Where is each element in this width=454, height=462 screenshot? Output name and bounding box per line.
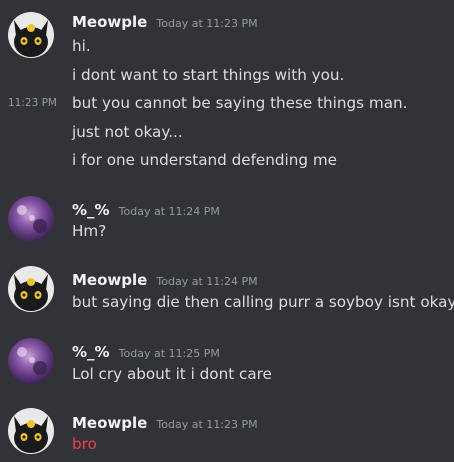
message-header: Meowple Today at 11:23 PM: [72, 413, 258, 433]
black-cat-avatar[interactable]: [8, 12, 54, 58]
username[interactable]: Meowple: [72, 414, 147, 432]
message-text: but saying die then calling purr a soybo…: [72, 293, 454, 311]
black-cat-avatar[interactable]: [8, 266, 54, 312]
username[interactable]: %_%: [72, 343, 110, 361]
purple-galaxy-avatar[interactable]: [8, 338, 54, 384]
timestamp: Today at 11:24 PM: [156, 275, 258, 288]
username[interactable]: Meowple: [72, 271, 147, 289]
timestamp: Today at 11:23 PM: [156, 17, 258, 30]
message-text: Hm?: [72, 222, 107, 240]
message-header: %_% Today at 11:25 PM: [72, 342, 220, 362]
message-text: hi.: [72, 37, 91, 55]
message-text: Lol cry about it i dont care: [72, 365, 272, 383]
black-cat-avatar[interactable]: [8, 408, 54, 454]
message-text: but you cannot be saying these things ma…: [72, 94, 408, 112]
hover-timestamp: 11:23 PM: [8, 97, 57, 109]
message-text: i dont want to start things with you.: [72, 66, 345, 84]
message-text: bro: [72, 435, 97, 453]
message-header: Meowple Today at 11:24 PM: [72, 270, 258, 290]
username[interactable]: %_%: [72, 201, 110, 219]
message-text: i for one understand defending me: [72, 151, 337, 169]
timestamp: Today at 11:25 PM: [118, 347, 220, 360]
message-header: %_% Today at 11:24 PM: [72, 200, 220, 220]
message-text: just not okay...: [72, 123, 183, 141]
timestamp: Today at 11:23 PM: [156, 418, 258, 431]
message-header: Meowple Today at 11:23 PM: [72, 12, 258, 32]
timestamp: Today at 11:24 PM: [118, 205, 220, 218]
username[interactable]: Meowple: [72, 13, 147, 31]
purple-galaxy-avatar[interactable]: [8, 196, 54, 242]
